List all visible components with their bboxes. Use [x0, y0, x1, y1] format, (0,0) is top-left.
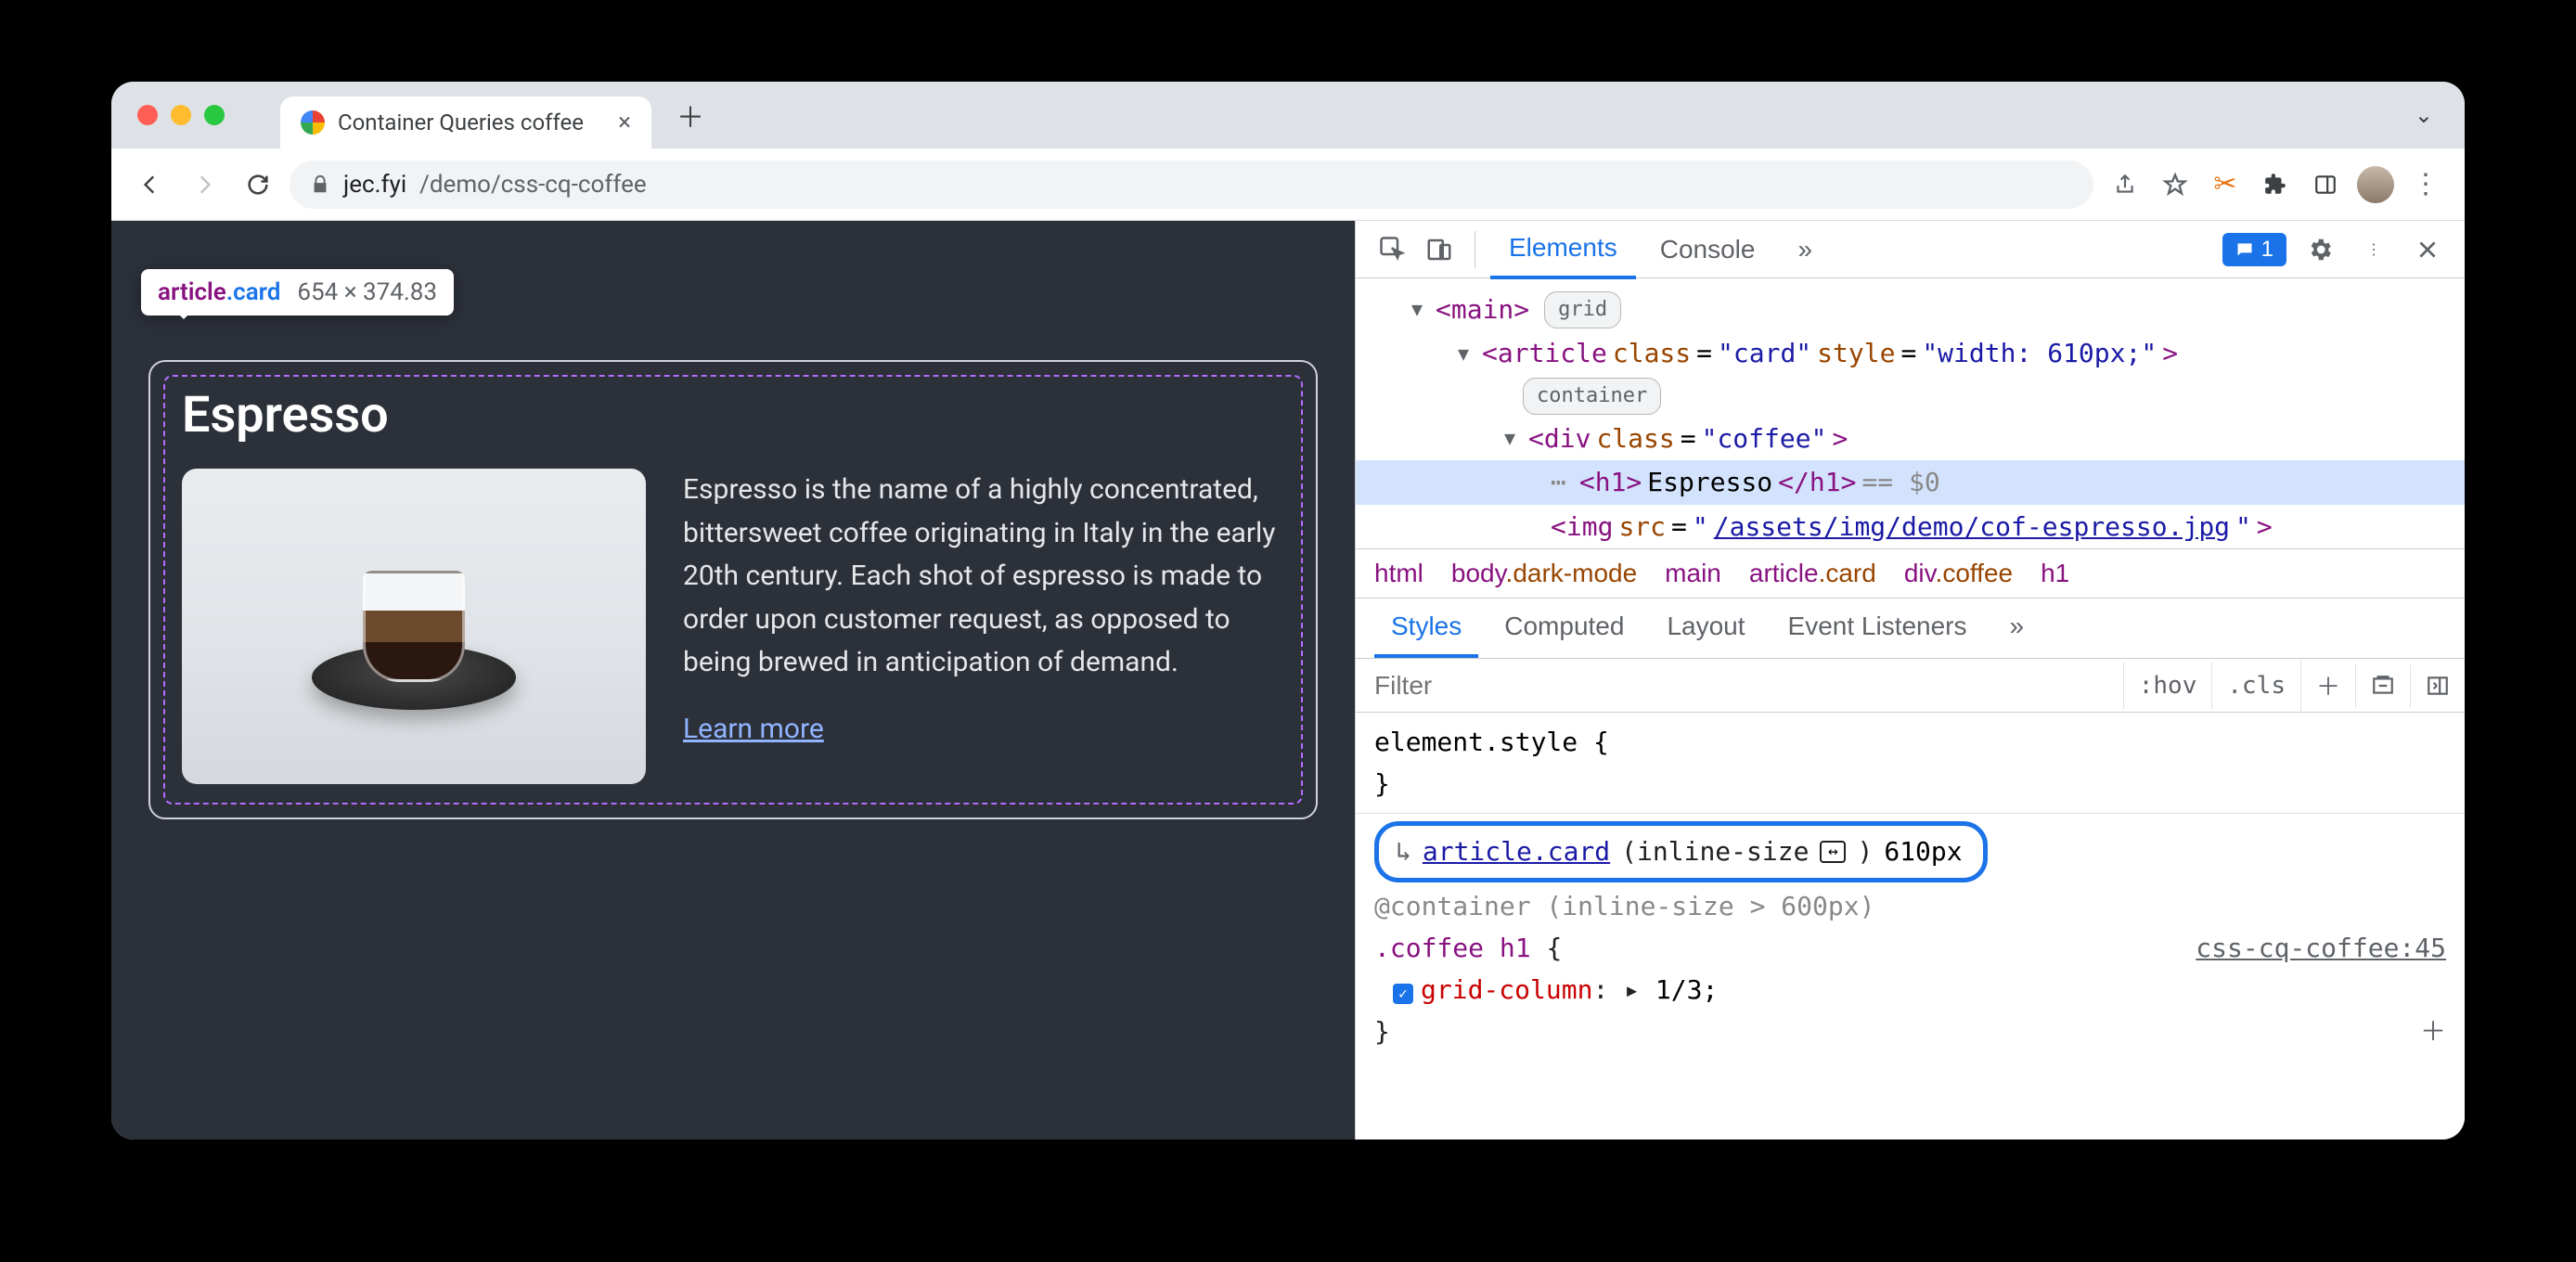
address-bar[interactable]: jec.fyi/demo/css-cq-coffee	[290, 161, 2093, 209]
dom-container-pill-row: container	[1356, 376, 2465, 417]
cup-illustration	[312, 534, 516, 719]
subtab-styles[interactable]: Styles	[1374, 599, 1478, 658]
styles-filter-input[interactable]	[1356, 660, 2123, 712]
computed-styles-icon[interactable]	[2355, 664, 2410, 707]
dom-breadcrumbs[interactable]: html body.dark-mode main article.card di…	[1356, 548, 2465, 599]
toolbar-actions: ✂ ⋮	[2103, 162, 2448, 207]
profile-avatar[interactable]	[2353, 162, 2398, 207]
tab-elements[interactable]: Elements	[1490, 220, 1636, 279]
new-rule-button[interactable]: ＋	[2300, 659, 2355, 712]
subtab-layout[interactable]: Layout	[1650, 599, 1761, 658]
subtab-computed[interactable]: Computed	[1488, 599, 1641, 658]
inspect-element-icon[interactable]	[1372, 229, 1413, 270]
container-pill[interactable]: container	[1523, 378, 1661, 415]
tabs-menu-icon[interactable]: ⌄	[2415, 102, 2433, 128]
tooltip-dimensions: 654 × 374.83	[297, 278, 437, 306]
hov-toggle[interactable]: :hov	[2123, 663, 2212, 709]
source-link[interactable]: css-cq-coffee:45	[2196, 928, 2446, 970]
tooltip-class: .card	[226, 278, 281, 306]
browser-tab[interactable]: Container Queries coffee ×	[280, 97, 651, 148]
lock-icon	[310, 174, 330, 195]
settings-icon[interactable]	[2299, 229, 2340, 270]
rule-close-brace: }	[1374, 764, 2446, 805]
at-container-rule: @container (inline-size > 600px)	[1374, 886, 2446, 928]
forward-button[interactable]	[182, 162, 226, 207]
back-button[interactable]	[128, 162, 173, 207]
crumb-article[interactable]: article.card	[1749, 559, 1876, 588]
close-devtools-icon[interactable]	[2407, 229, 2448, 270]
styles-tabs: Styles Computed Layout Event Listeners »	[1356, 599, 2465, 659]
url-host: jec.fyi	[343, 171, 406, 199]
share-icon[interactable]	[2103, 162, 2147, 207]
container-size-icon: ↔	[1820, 841, 1846, 863]
maximize-window-icon[interactable]	[204, 105, 225, 125]
toggle-sidebar-icon[interactable]	[2410, 664, 2465, 707]
container-value: 610px	[1884, 831, 1962, 873]
tabs-overflow-icon[interactable]: »	[1779, 222, 1831, 277]
dom-h1-selected[interactable]: ⋯<h1>Espresso</h1> == $0	[1356, 460, 2465, 504]
content-area: article.card 654 × 374.83 Espresso Espre…	[111, 221, 2465, 1140]
dom-tree[interactable]: ▼<main>grid ▼<article class="card" style…	[1356, 278, 2465, 548]
card-text-col: Espresso is the name of a highly concent…	[683, 469, 1284, 784]
container-query-chip[interactable]: ↳ article.card (inline-size ↔) 610px	[1374, 821, 1988, 883]
add-property-icon[interactable]: ＋	[2420, 1011, 2446, 1053]
menu-icon[interactable]: ⋮	[2403, 162, 2448, 207]
close-window-icon[interactable]	[137, 105, 158, 125]
card-body: Espresso is the name of a highly concent…	[182, 469, 1284, 784]
dom-div-coffee[interactable]: ▼<div class="coffee">	[1356, 417, 2465, 460]
prop-grid-column[interactable]: ✓grid-column: ▸ 1/3;	[1374, 970, 2446, 1011]
dom-img[interactable]: <img src="/assets/img/demo/cof-espresso.…	[1356, 505, 2465, 548]
rule-element-style[interactable]: element.style {	[1374, 722, 2446, 764]
styles-rules[interactable]: element.style { } ↳ article.card (inline…	[1356, 713, 2465, 1062]
scissors-icon[interactable]: ✂	[2203, 162, 2248, 207]
device-toolbar-icon[interactable]	[1419, 229, 1460, 270]
side-panel-icon[interactable]	[2303, 162, 2348, 207]
container-link[interactable]: article.card	[1423, 831, 1610, 873]
crumb-h1[interactable]: h1	[2041, 559, 2069, 588]
tab-title: Container Queries coffee	[338, 109, 584, 135]
property-checkbox[interactable]: ✓	[1393, 984, 1413, 1004]
card-description: Espresso is the name of a highly concent…	[683, 469, 1284, 685]
rendered-page: article.card 654 × 374.83 Espresso Espre…	[111, 221, 1355, 1140]
subtabs-overflow-icon[interactable]: »	[1993, 599, 2041, 658]
crumb-body[interactable]: body.dark-mode	[1451, 559, 1637, 588]
window-controls	[137, 105, 225, 125]
espresso-card[interactable]: Espresso Espresso is the name of a highl…	[148, 360, 1318, 819]
reload-button[interactable]	[236, 162, 280, 207]
minimize-window-icon[interactable]	[171, 105, 191, 125]
tab-console[interactable]: Console	[1642, 222, 1774, 277]
tab-strip: Container Queries coffee × ＋ ⌄	[111, 82, 2465, 148]
url-path: /demo/css-cq-coffee	[419, 171, 647, 199]
styles-filter-bar: :hov .cls ＋	[1356, 659, 2465, 713]
subtab-event-listeners[interactable]: Event Listeners	[1771, 599, 1984, 658]
issues-badge[interactable]: 1	[2222, 233, 2286, 266]
favicon-icon	[301, 110, 325, 135]
cls-toggle[interactable]: .cls	[2211, 663, 2300, 709]
dom-img-src[interactable]: /assets/img/demo/cof-espresso.jpg	[1714, 507, 2230, 547]
card-title: Espresso	[182, 386, 1284, 444]
grid-pill[interactable]: grid	[1544, 291, 1621, 328]
crumb-html[interactable]: html	[1374, 559, 1423, 588]
rule-coffee-h1[interactable]: .coffee h1 { css-cq-coffee:45	[1374, 928, 2446, 970]
extensions-icon[interactable]	[2253, 162, 2298, 207]
toolbar: jec.fyi/demo/css-cq-coffee ✂ ⋮	[111, 148, 2465, 221]
browser-window: Container Queries coffee × ＋ ⌄ jec.fyi/d…	[111, 82, 2465, 1140]
dom-eq-zero: == $0	[1861, 462, 1939, 502]
devtools-tabs: Elements Console » 1 ⋮	[1356, 221, 2465, 278]
espresso-image	[182, 469, 646, 784]
issues-count: 1	[2261, 237, 2273, 263]
dom-article[interactable]: ▼<article class="card" style="width: 610…	[1356, 331, 2465, 375]
tooltip-tag: article	[158, 278, 226, 306]
bookmark-icon[interactable]	[2153, 162, 2197, 207]
crumb-div[interactable]: div.coffee	[1904, 559, 2013, 588]
dom-main[interactable]: ▼<main>grid	[1356, 288, 2465, 331]
new-tab-button[interactable]: ＋	[668, 93, 713, 137]
crumb-main[interactable]: main	[1665, 559, 1721, 588]
devtools-panel: Elements Console » 1 ⋮	[1355, 221, 2465, 1140]
learn-more-link[interactable]: Learn more	[683, 713, 824, 745]
rule-close-brace-2: }＋	[1374, 1011, 2446, 1053]
close-tab-icon[interactable]: ×	[618, 109, 631, 136]
devtools-menu-icon[interactable]: ⋮	[2353, 229, 2394, 270]
inspect-tooltip: article.card 654 × 374.83	[141, 269, 454, 316]
